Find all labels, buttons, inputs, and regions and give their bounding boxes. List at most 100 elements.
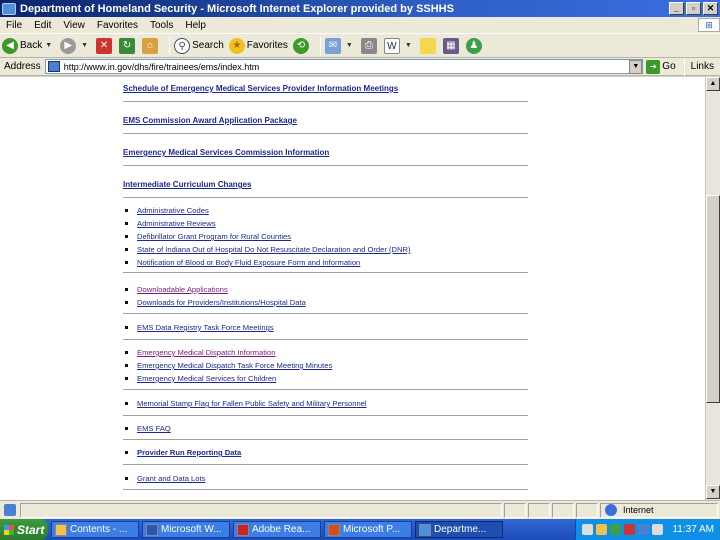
history-icon: ⟲ (292, 37, 309, 54)
back-dropdown-icon[interactable]: ▼ (45, 42, 52, 49)
list-item[interactable]: Provider Run Reporting Data (123, 446, 528, 459)
clock[interactable]: 11:37 AM (672, 524, 714, 535)
close-button[interactable]: ✕ (703, 2, 718, 15)
maximize-button[interactable]: ▫ (686, 2, 701, 15)
forward-button[interactable]: ▶ ▼ (60, 37, 91, 54)
links-button[interactable]: Links (689, 61, 720, 72)
address-separator (683, 57, 685, 76)
list-item[interactable]: State of Indiana Out of Hospital Do Not … (123, 243, 528, 256)
tray-icon[interactable] (582, 524, 594, 535)
list-item[interactable]: Memorial Stamp Flag for Fallen Public Sa… (123, 397, 528, 410)
toolbar-separator (319, 36, 321, 55)
list-item[interactable]: Grant and Data Lots (123, 472, 528, 485)
link-list: Emergency Medical Dispatch Information E… (123, 346, 528, 385)
status-text (20, 502, 502, 518)
divider (123, 464, 528, 465)
list-item[interactable]: Administrative Codes (123, 204, 528, 217)
link-list: Administrative Codes Administrative Revi… (123, 204, 528, 269)
mail-icon: ✉ (324, 37, 341, 54)
forward-dropdown-icon[interactable]: ▼ (81, 42, 88, 49)
tray-icon[interactable] (652, 524, 664, 535)
tray-icon[interactable] (624, 524, 636, 535)
home-button[interactable]: ⌂ (142, 37, 160, 54)
tray-icon[interactable] (610, 524, 622, 535)
messenger-button[interactable]: ♟ (465, 37, 484, 54)
list-item[interactable]: EMS Data Registry Task Force Meetings (123, 321, 528, 334)
page-icon (47, 61, 60, 72)
list-item[interactable]: Notification of Blood or Body Fluid Expo… (123, 256, 528, 269)
title-bar: Department of Homeland Security - Micros… (0, 0, 720, 17)
scroll-up-icon[interactable]: ▲ (706, 77, 720, 91)
list-item[interactable]: Downloads for Providers/Institutions/Hos… (123, 296, 528, 309)
window-title: Department of Homeland Security - Micros… (20, 2, 454, 15)
menu-view[interactable]: View (57, 20, 91, 31)
list-item[interactable]: Emergency Medical Dispatch Information (123, 346, 528, 359)
back-arrow-icon: ◀ (2, 37, 18, 54)
taskbar-item[interactable]: Contents - ... (51, 521, 139, 538)
tray-icon[interactable] (596, 524, 608, 535)
heading-link[interactable]: Emergency Medical Services Commission In… (123, 134, 528, 157)
link-list: Provider Run Reporting Data (123, 446, 528, 459)
internet-globe-icon (605, 504, 617, 516)
go-button[interactable]: ➔ Go (646, 59, 676, 74)
home-icon: ⌂ (142, 37, 159, 54)
edit-button[interactable]: W ▼ (383, 37, 415, 54)
list-item[interactable]: EMS FAQ (123, 422, 528, 435)
menu-tools[interactable]: Tools (144, 20, 179, 31)
link-list: Memorial Stamp Flag for Fallen Public Sa… (123, 397, 528, 410)
list-item[interactable]: Defibrillator Grant Program for Rural Co… (123, 230, 528, 243)
search-button[interactable]: ⚲ Search (174, 37, 224, 54)
scroll-thumb[interactable] (706, 195, 720, 403)
toolbar-separator (169, 36, 171, 55)
favorites-star-icon: ★ (228, 37, 245, 54)
content-column: Schedule of Emergency Medical Services P… (123, 77, 528, 490)
browser-window: Department of Homeland Security - Micros… (0, 0, 720, 540)
research-icon: ▦ (442, 37, 459, 54)
powerpoint-icon (328, 523, 340, 536)
print-button[interactable]: ⎙ (360, 37, 379, 54)
scroll-down-icon[interactable]: ▼ (706, 485, 720, 499)
taskbar-item[interactable]: Microsoft P... (324, 521, 412, 538)
discuss-button[interactable] (419, 37, 438, 54)
address-dropdown-icon[interactable]: ▼ (629, 59, 643, 74)
list-item[interactable]: Emergency Medical Services for Children (123, 372, 528, 385)
menu-file[interactable]: File (0, 20, 28, 31)
list-item[interactable]: Administrative Reviews (123, 217, 528, 230)
link-list: EMS FAQ (123, 422, 528, 435)
list-item[interactable]: Downloadable Applications (123, 283, 528, 296)
taskbar-item[interactable]: Adobe Rea... (233, 521, 321, 538)
minimize-button[interactable]: _ (669, 2, 684, 15)
address-input[interactable]: http://www.in.gov/dhs/fire/trainees/ems/… (44, 59, 644, 74)
refresh-button[interactable]: ↻ (119, 37, 137, 54)
heading-link[interactable]: EMS Commission Award Application Package (123, 102, 528, 125)
security-zone: Internet (600, 502, 718, 518)
tray-icon[interactable] (638, 524, 650, 535)
go-arrow-icon: ➔ (646, 59, 661, 74)
taskbar-item[interactable]: Microsoft W... (142, 521, 230, 538)
link-list: EMS Data Registry Task Force Meetings (123, 321, 528, 334)
heading-link[interactable]: Schedule of Emergency Medical Services P… (123, 77, 528, 93)
taskbar-item-active[interactable]: Departme... (415, 521, 503, 538)
stop-button[interactable]: ✕ (96, 37, 114, 54)
folder-icon (55, 523, 67, 536)
start-button[interactable]: Start (0, 519, 48, 540)
taskbar: Start Contents - ... Microsoft W... Adob… (0, 519, 720, 540)
menu-edit[interactable]: Edit (28, 20, 57, 31)
vertical-scrollbar[interactable]: ▲ ▼ (705, 77, 720, 500)
history-button[interactable]: ⟲ (292, 37, 311, 54)
menu-help[interactable]: Help (179, 20, 212, 31)
edit-dropdown-icon[interactable]: ▼ (405, 42, 412, 49)
stop-icon: ✕ (96, 37, 113, 54)
heading-link[interactable]: Intermediate Curriculum Changes (123, 166, 528, 189)
mail-dropdown-icon[interactable]: ▼ (346, 42, 353, 49)
back-button[interactable]: ◀ Back ▼ (2, 37, 55, 54)
divider (123, 439, 528, 440)
favorites-button[interactable]: ★ Favorites (228, 37, 288, 54)
mail-button[interactable]: ✉ ▼ (324, 37, 356, 54)
status-cell (528, 502, 550, 518)
research-button[interactable]: ▦ (442, 37, 461, 54)
ie-icon (419, 523, 431, 536)
status-cell (576, 502, 598, 518)
menu-favorites[interactable]: Favorites (91, 20, 144, 31)
list-item[interactable]: Emergency Medical Dispatch Task Force Me… (123, 359, 528, 372)
